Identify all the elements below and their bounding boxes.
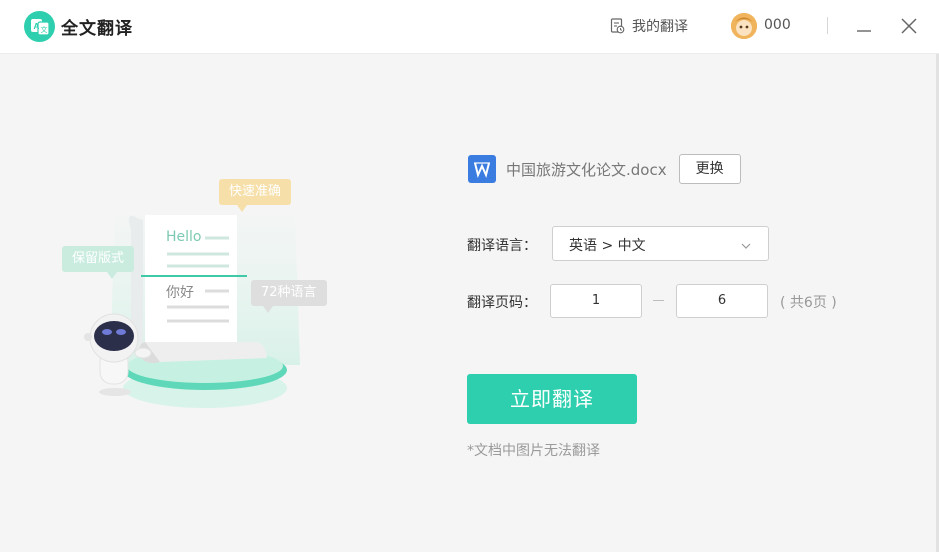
- language-label: 翻译语言：: [467, 238, 537, 254]
- my-translations-label: 我的翻译: [632, 19, 688, 35]
- feature-bubble-fast-label: 快速准确: [229, 184, 282, 199]
- translation-illustration: 快速准确 保留版式 72种语言 Hello 你好: [55, 170, 345, 420]
- username[interactable]: 000: [764, 17, 791, 33]
- doc-text-nihao: 你好: [166, 285, 194, 301]
- pages-label: 翻译页码：: [467, 295, 537, 311]
- minimize-icon[interactable]: [855, 18, 873, 36]
- svg-text:A: A: [34, 22, 40, 31]
- avatar[interactable]: [731, 13, 757, 39]
- app-title: 全文翻译: [61, 19, 133, 39]
- total-pages: ( 共6页 ): [780, 295, 837, 311]
- doc-text-hello: Hello: [166, 229, 202, 245]
- feature-bubble-format: 保留版式: [62, 246, 135, 279]
- translate-button[interactable]: 立即翻译: [467, 374, 637, 424]
- language-select[interactable]: 英语 > 中文: [552, 226, 769, 261]
- my-translations-link[interactable]: 我的翻译: [610, 16, 688, 36]
- feature-bubble-languages-label: 72种语言: [261, 285, 317, 300]
- divider: [827, 17, 828, 34]
- translate-logo-icon: A 文: [24, 11, 55, 42]
- svg-text:文: 文: [41, 25, 48, 34]
- image-note: *文档中图片无法翻译: [467, 443, 600, 459]
- word-doc-icon: [468, 155, 496, 183]
- feature-bubble-fast: 快速准确: [219, 179, 292, 212]
- file-name: 中国旅游文化论文.docx: [506, 160, 667, 179]
- change-file-button[interactable]: 更换: [678, 154, 741, 184]
- file-row: 中国旅游文化论文.docx 更换: [468, 154, 741, 184]
- feature-bubble-format-label: 保留版式: [72, 251, 125, 266]
- document-history-icon: [610, 18, 625, 34]
- close-icon[interactable]: [899, 16, 919, 36]
- language-select-value: 英语 > 中文: [569, 238, 646, 254]
- chevron-down-icon: [740, 237, 752, 256]
- page-range-dash: [653, 300, 664, 301]
- page-from-input[interactable]: 1: [550, 284, 642, 318]
- title-bar: A 文 全文翻译 我的翻译 000: [0, 0, 939, 54]
- feature-bubble-languages: 72种语言: [251, 280, 327, 313]
- page-to-input[interactable]: 6: [676, 284, 768, 318]
